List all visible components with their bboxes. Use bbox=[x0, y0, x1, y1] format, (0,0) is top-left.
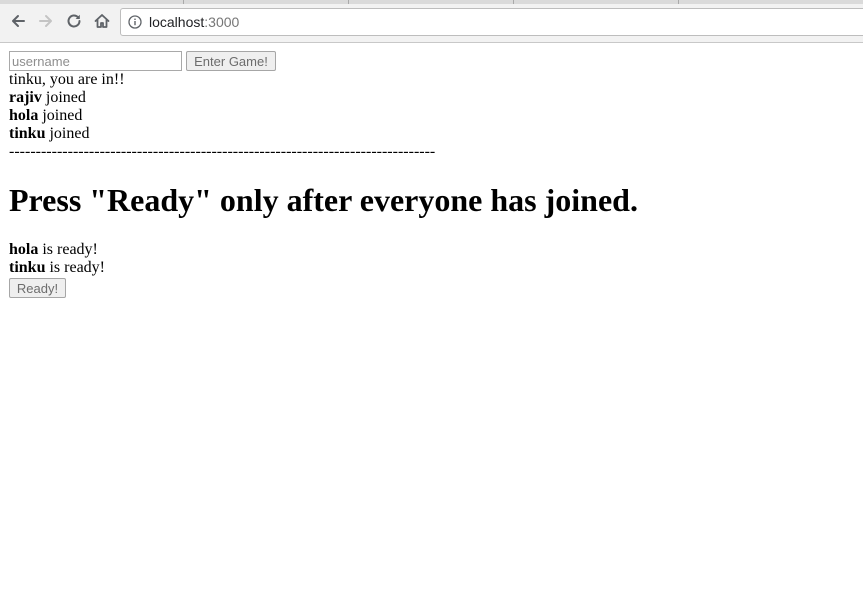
tab-strip bbox=[0, 0, 863, 4]
list-item: tinku is ready! bbox=[9, 259, 849, 277]
reload-icon bbox=[67, 14, 81, 28]
url-text[interactable]: localhost:3000 bbox=[149, 14, 239, 30]
tab-separator bbox=[348, 0, 349, 4]
welcome-message: tinku, you are in!! bbox=[9, 71, 125, 88]
url-host: localhost bbox=[149, 14, 205, 30]
player-name: hola bbox=[9, 107, 39, 124]
reload-button[interactable] bbox=[63, 10, 85, 32]
player-name: hola bbox=[9, 241, 39, 258]
username-input[interactable] bbox=[9, 51, 182, 71]
player-name: rajiv bbox=[9, 89, 42, 106]
ready-status: is ready! bbox=[45, 259, 105, 276]
page-content: Enter Game! tinku, you are in!! rajiv jo… bbox=[9, 51, 849, 298]
join-form: Enter Game! bbox=[9, 51, 849, 71]
list-item: rajiv joined bbox=[9, 89, 849, 107]
home-button[interactable] bbox=[91, 10, 113, 32]
page-title: Press "Ready" only after everyone has jo… bbox=[9, 182, 638, 218]
enter-game-button[interactable]: Enter Game! bbox=[186, 51, 276, 71]
ready-button[interactable]: Ready! bbox=[9, 278, 66, 298]
player-name: tinku bbox=[9, 125, 46, 142]
address-bar[interactable]: localhost:3000 bbox=[120, 8, 863, 36]
join-status: joined bbox=[45, 125, 90, 142]
list-item: tinku joined bbox=[9, 125, 849, 143]
player-name: tinku bbox=[9, 259, 46, 276]
dashed-divider: ----------------------------------------… bbox=[9, 143, 436, 160]
join-status: joined bbox=[41, 89, 86, 106]
tab-separator bbox=[183, 0, 184, 4]
list-item: hola is ready! bbox=[9, 241, 849, 259]
browser-toolbar: localhost:3000 bbox=[0, 0, 863, 43]
ready-list: hola is ready! tinku is ready! bbox=[9, 241, 849, 277]
back-arrow-icon bbox=[12, 15, 25, 27]
tab-separator bbox=[513, 0, 514, 4]
back-button[interactable] bbox=[7, 10, 29, 32]
url-port: :3000 bbox=[204, 14, 240, 30]
list-item: hola joined bbox=[9, 107, 849, 125]
forward-arrow-icon bbox=[39, 15, 52, 27]
info-icon[interactable] bbox=[128, 15, 142, 29]
join-status: joined bbox=[38, 107, 83, 124]
tab-separator bbox=[678, 0, 679, 4]
home-icon bbox=[94, 14, 110, 28]
ready-status: is ready! bbox=[38, 241, 98, 258]
joined-list: rajiv joined hola joined tinku joined bbox=[9, 89, 849, 143]
forward-button[interactable] bbox=[35, 10, 57, 32]
